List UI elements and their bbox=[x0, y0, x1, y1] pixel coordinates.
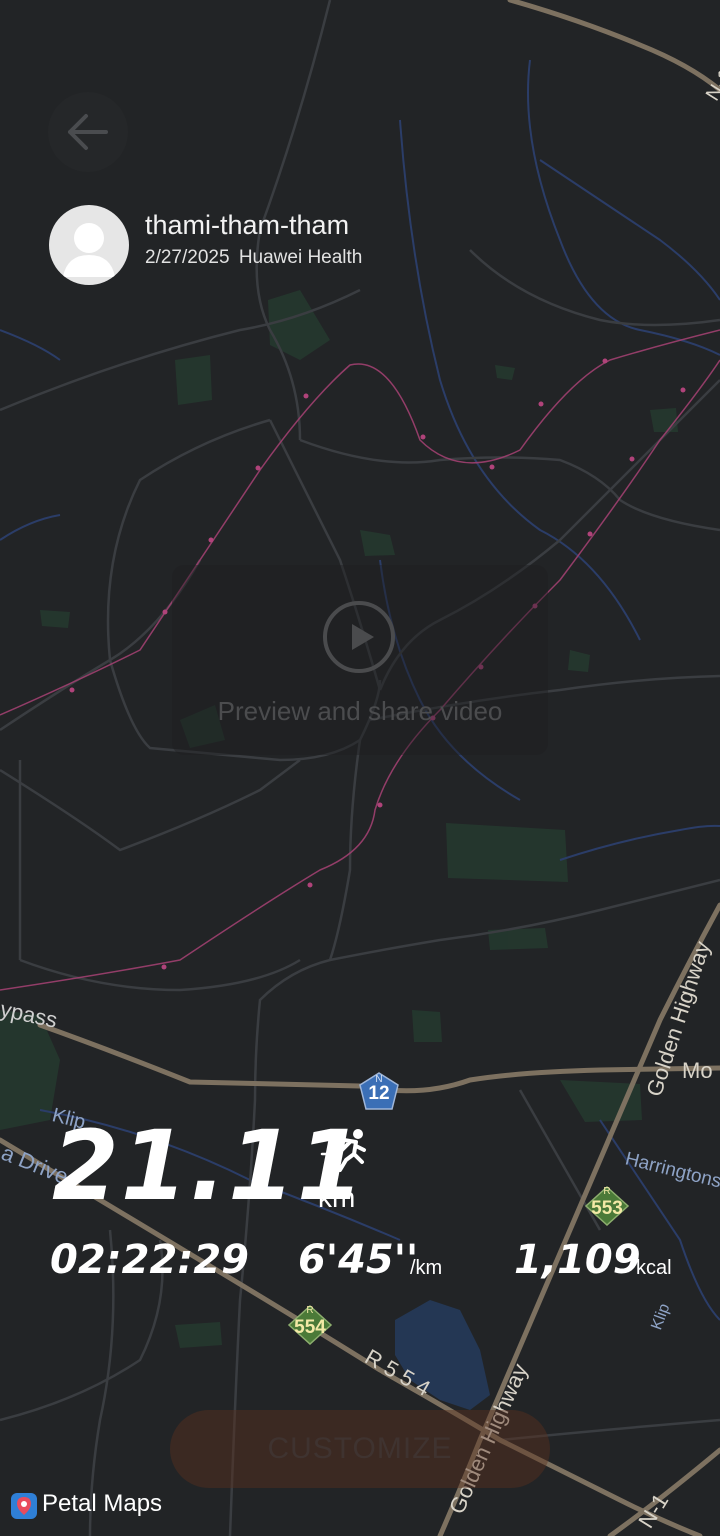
avatar bbox=[49, 205, 129, 285]
pace-unit: /km bbox=[410, 1257, 443, 1279]
map-label-mo: Mo bbox=[682, 1058, 713, 1083]
park-area bbox=[650, 408, 678, 432]
petal-maps-pin-icon bbox=[11, 1493, 37, 1519]
park-area bbox=[360, 530, 395, 556]
park-area bbox=[268, 290, 330, 360]
park-area bbox=[446, 823, 568, 882]
pace-value: 6'45'' bbox=[298, 1237, 419, 1283]
park-area bbox=[412, 1010, 442, 1042]
shield-prefix: R bbox=[306, 1305, 314, 1316]
route-shield-r554: R 554 bbox=[287, 1304, 333, 1346]
duration-value: 02:22:29 bbox=[50, 1237, 249, 1283]
share-screen: ypass Klip a Drive Harringtons Klip Gold… bbox=[0, 0, 720, 1536]
username: thami-tham-tham bbox=[145, 210, 350, 240]
activity-date: 2/27/2025 bbox=[145, 247, 230, 268]
shield-number: 12 bbox=[368, 1083, 390, 1104]
park-area bbox=[568, 650, 590, 672]
route-shield-n12: N 12 bbox=[356, 1071, 402, 1111]
attribution-text: Petal Maps bbox=[42, 1490, 163, 1517]
park-area bbox=[175, 355, 212, 405]
play-icon bbox=[323, 601, 395, 673]
calories-unit: kcal bbox=[636, 1257, 672, 1279]
park-area bbox=[40, 610, 70, 628]
back-button[interactable] bbox=[48, 92, 128, 172]
activity-date-source: 2/27/2025 Huawei Health bbox=[145, 247, 362, 269]
arrow-left-icon bbox=[68, 114, 108, 150]
play-video-button[interactable] bbox=[322, 600, 396, 674]
distance-unit: km bbox=[318, 1182, 356, 1213]
default-avatar-icon bbox=[63, 223, 115, 277]
preview-video-label[interactable]: Preview and share video bbox=[172, 696, 548, 727]
shield-number: 554 bbox=[294, 1317, 326, 1338]
calories-value: 1,109 bbox=[514, 1237, 641, 1283]
customize-button[interactable]: CUSTOMIZE bbox=[170, 1410, 550, 1488]
running-icon bbox=[320, 1128, 370, 1172]
park-area bbox=[495, 365, 515, 380]
shield-number: 553 bbox=[591, 1198, 623, 1219]
route-shield-r553: R 553 bbox=[584, 1185, 630, 1227]
park-area bbox=[175, 1322, 222, 1348]
activity-source: Huawei Health bbox=[238, 247, 363, 268]
shield-prefix: R bbox=[603, 1186, 611, 1197]
